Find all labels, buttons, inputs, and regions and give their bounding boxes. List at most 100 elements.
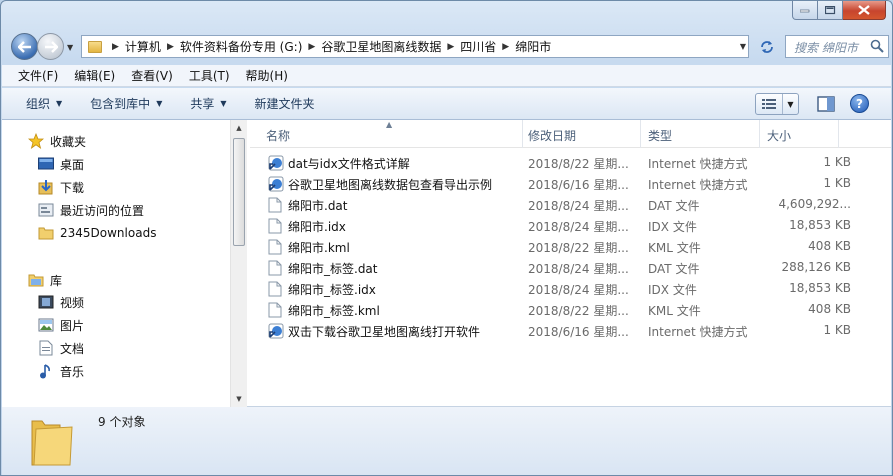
preview-pane-icon[interactable] (817, 96, 835, 112)
address-row: ▼ ▶ 计算机 ▶ 软件资料备份专用 (G:) ▶ 谷歌卫星地图离线数据 ▶ 四… (9, 31, 889, 61)
file-name[interactable]: 绵阳市_标签.dat (288, 260, 378, 277)
address-dropdown-icon[interactable]: ▼ (740, 42, 746, 51)
column-divider[interactable] (838, 120, 839, 148)
nav-2345downloads-label: 2345Downloads (60, 226, 157, 240)
file-row[interactable]: 绵阳市_标签.idx 2018/8/24 星期... IDX 文件 18,853 KB (262, 279, 851, 299)
file-name[interactable]: 谷歌卫星地图离线数据包查看导出示例 (288, 176, 492, 193)
file-name[interactable]: 双击下载谷歌卫星地图离线打开软件 (288, 323, 480, 340)
caption-buttons (792, 1, 886, 20)
file-name[interactable]: 绵阳市.idx (288, 218, 346, 235)
file-row[interactable]: 谷歌卫星地图离线数据包查看导出示例 2018/6/16 星期... Internet… (262, 174, 851, 194)
minimize-button[interactable] (792, 1, 818, 20)
navigation-pane: 收藏夹 桌面 下载 最近访问的位置 2345Downloads 库 视频 图片 … (2, 120, 230, 407)
nav-downloads-label: 下载 (60, 180, 85, 195)
file-date: 2018/8/24 星期... (528, 283, 629, 297)
file-name[interactable]: 绵阳市.dat (288, 197, 348, 214)
main-area: 收藏夹 桌面 下载 最近访问的位置 2345Downloads 库 视频 图片 … (2, 120, 891, 407)
nav-downloads[interactable]: 下载 (38, 177, 84, 197)
share-button[interactable]: 共享 ▼ (190, 95, 226, 112)
file-row[interactable]: 双击下载谷歌卫星地图离线打开软件 2018/6/16 星期... Internet … (262, 321, 851, 341)
maximize-button[interactable] (818, 1, 843, 20)
column-header-type[interactable]: 类型 (648, 127, 672, 144)
chevron-right-icon[interactable]: ▶ (167, 42, 174, 52)
file-icon (268, 281, 284, 297)
back-button[interactable] (11, 33, 38, 60)
desktop-icon (38, 156, 54, 172)
menu-view[interactable]: 查看(V) (131, 67, 173, 84)
nav-desktop[interactable]: 桌面 (38, 154, 84, 174)
file-row[interactable]: dat与idx文件格式详解 2018/8/22 星期... Internet 快捷方… (262, 153, 851, 173)
column-divider[interactable] (522, 120, 523, 148)
breadcrumb-item[interactable]: 软件资料备份专用 (G:) (180, 38, 303, 55)
file-name[interactable]: 绵阳市_标签.kml (288, 302, 380, 319)
menu-file[interactable]: 文件(F) (18, 67, 58, 84)
nav-favorites[interactable]: 收藏夹 (28, 131, 86, 151)
menu-help[interactable]: 帮助(H) (246, 67, 288, 84)
file-name[interactable]: 绵阳市.kml (288, 239, 350, 256)
scroll-up-icon[interactable]: ▲ (231, 120, 247, 136)
chevron-down-icon: ▼ (220, 99, 227, 108)
sort-ascending-icon: ▲ (386, 120, 393, 129)
nav-videos[interactable]: 视频 (38, 292, 84, 312)
nav-2345downloads[interactable]: 2345Downloads (38, 223, 156, 243)
chevron-right-icon[interactable]: ▶ (502, 42, 509, 52)
menu-tools[interactable]: 工具(T) (189, 67, 230, 84)
nav-recent-places[interactable]: 最近访问的位置 (38, 200, 144, 220)
column-divider[interactable] (640, 120, 641, 148)
file-row[interactable]: 绵阳市_标签.dat 2018/8/24 星期... DAT 文件 288,126 K… (262, 258, 851, 278)
column-header-date[interactable]: 修改日期 (528, 127, 576, 144)
column-headers: ▲ 名称 修改日期 类型 大小 (250, 120, 891, 148)
menu-bar: 文件(F) 编辑(E) 查看(V) 工具(T) 帮助(H) (2, 65, 891, 87)
library-icon (28, 272, 44, 288)
search-input[interactable]: 搜索 绵阳市 (785, 35, 889, 58)
nav-pictures-label: 图片 (60, 318, 85, 333)
breadcrumb-item[interactable]: 计算机 (125, 38, 161, 55)
chevron-right-icon[interactable]: ▶ (447, 42, 454, 52)
include-in-library-button[interactable]: 包含到库中 ▼ (90, 95, 162, 112)
explorer-window: ▼ ▶ 计算机 ▶ 软件资料备份专用 (G:) ▶ 谷歌卫星地图离线数据 ▶ 四… (0, 0, 893, 476)
scroll-down-icon[interactable]: ▼ (231, 391, 247, 407)
change-view-button[interactable]: ▼ (755, 93, 799, 115)
nav-recent-places-label: 最近访问的位置 (60, 203, 145, 218)
close-button[interactable] (843, 1, 886, 20)
chevron-right-icon[interactable]: ▶ (112, 42, 119, 52)
column-divider[interactable] (759, 120, 760, 148)
chevron-down-icon[interactable]: ▼ (783, 100, 798, 109)
nav-pictures[interactable]: 图片 (38, 315, 84, 335)
internet-shortcut-icon (268, 176, 284, 192)
minimize-icon (800, 9, 810, 13)
refresh-button[interactable] (755, 35, 779, 58)
nav-documents[interactable]: 文档 (38, 338, 84, 358)
menu-edit[interactable]: 编辑(E) (74, 67, 115, 84)
file-date: 2018/8/22 星期... (528, 157, 629, 171)
new-folder-button[interactable]: 新建文件夹 (255, 95, 315, 112)
file-name[interactable]: dat与idx文件格式详解 (288, 155, 410, 172)
help-icon[interactable]: ? (850, 94, 869, 113)
file-row[interactable]: 绵阳市.dat 2018/8/24 星期... DAT 文件 4,609,292... (262, 195, 851, 215)
breadcrumb-item[interactable]: 谷歌卫星地图离线数据 (321, 38, 441, 55)
file-size: 1 KB (823, 176, 851, 190)
item-count: 9 个对象 (98, 415, 146, 429)
forward-button[interactable] (37, 33, 64, 60)
file-type: KML 文件 (648, 304, 701, 318)
file-name[interactable]: 绵阳市_标签.idx (288, 281, 376, 298)
chevron-right-icon[interactable]: ▶ (308, 42, 315, 52)
file-row[interactable]: 绵阳市.kml 2018/8/22 星期... KML 文件 408 KB (262, 237, 851, 257)
scrollbar-thumb[interactable] (233, 138, 245, 246)
nav-libraries[interactable]: 库 (28, 270, 62, 290)
file-row[interactable]: 绵阳市_标签.kml 2018/8/22 星期... KML 文件 408 KB (262, 300, 851, 320)
breadcrumb-item[interactable]: 四川省 (460, 38, 496, 55)
column-header-name[interactable]: 名称 (266, 127, 290, 144)
search-icon[interactable] (870, 39, 884, 53)
document-icon (38, 340, 54, 356)
organize-button[interactable]: 组织 ▼ (26, 95, 62, 112)
navigation-scrollbar[interactable]: ▲ ▼ (230, 120, 247, 407)
address-bar[interactable]: ▶ 计算机 ▶ 软件资料备份专用 (G:) ▶ 谷歌卫星地图离线数据 ▶ 四川省… (81, 35, 749, 58)
file-row[interactable]: 绵阳市.idx 2018/8/24 星期... IDX 文件 18,853 KB (262, 216, 851, 236)
file-icon (268, 302, 284, 318)
file-date: 2018/8/22 星期... (528, 241, 629, 255)
column-header-size[interactable]: 大小 (767, 127, 791, 144)
recent-pages-dropdown[interactable]: ▼ (67, 43, 73, 52)
breadcrumb-item[interactable]: 绵阳市 (515, 38, 551, 55)
nav-music[interactable]: 音乐 (38, 361, 84, 381)
